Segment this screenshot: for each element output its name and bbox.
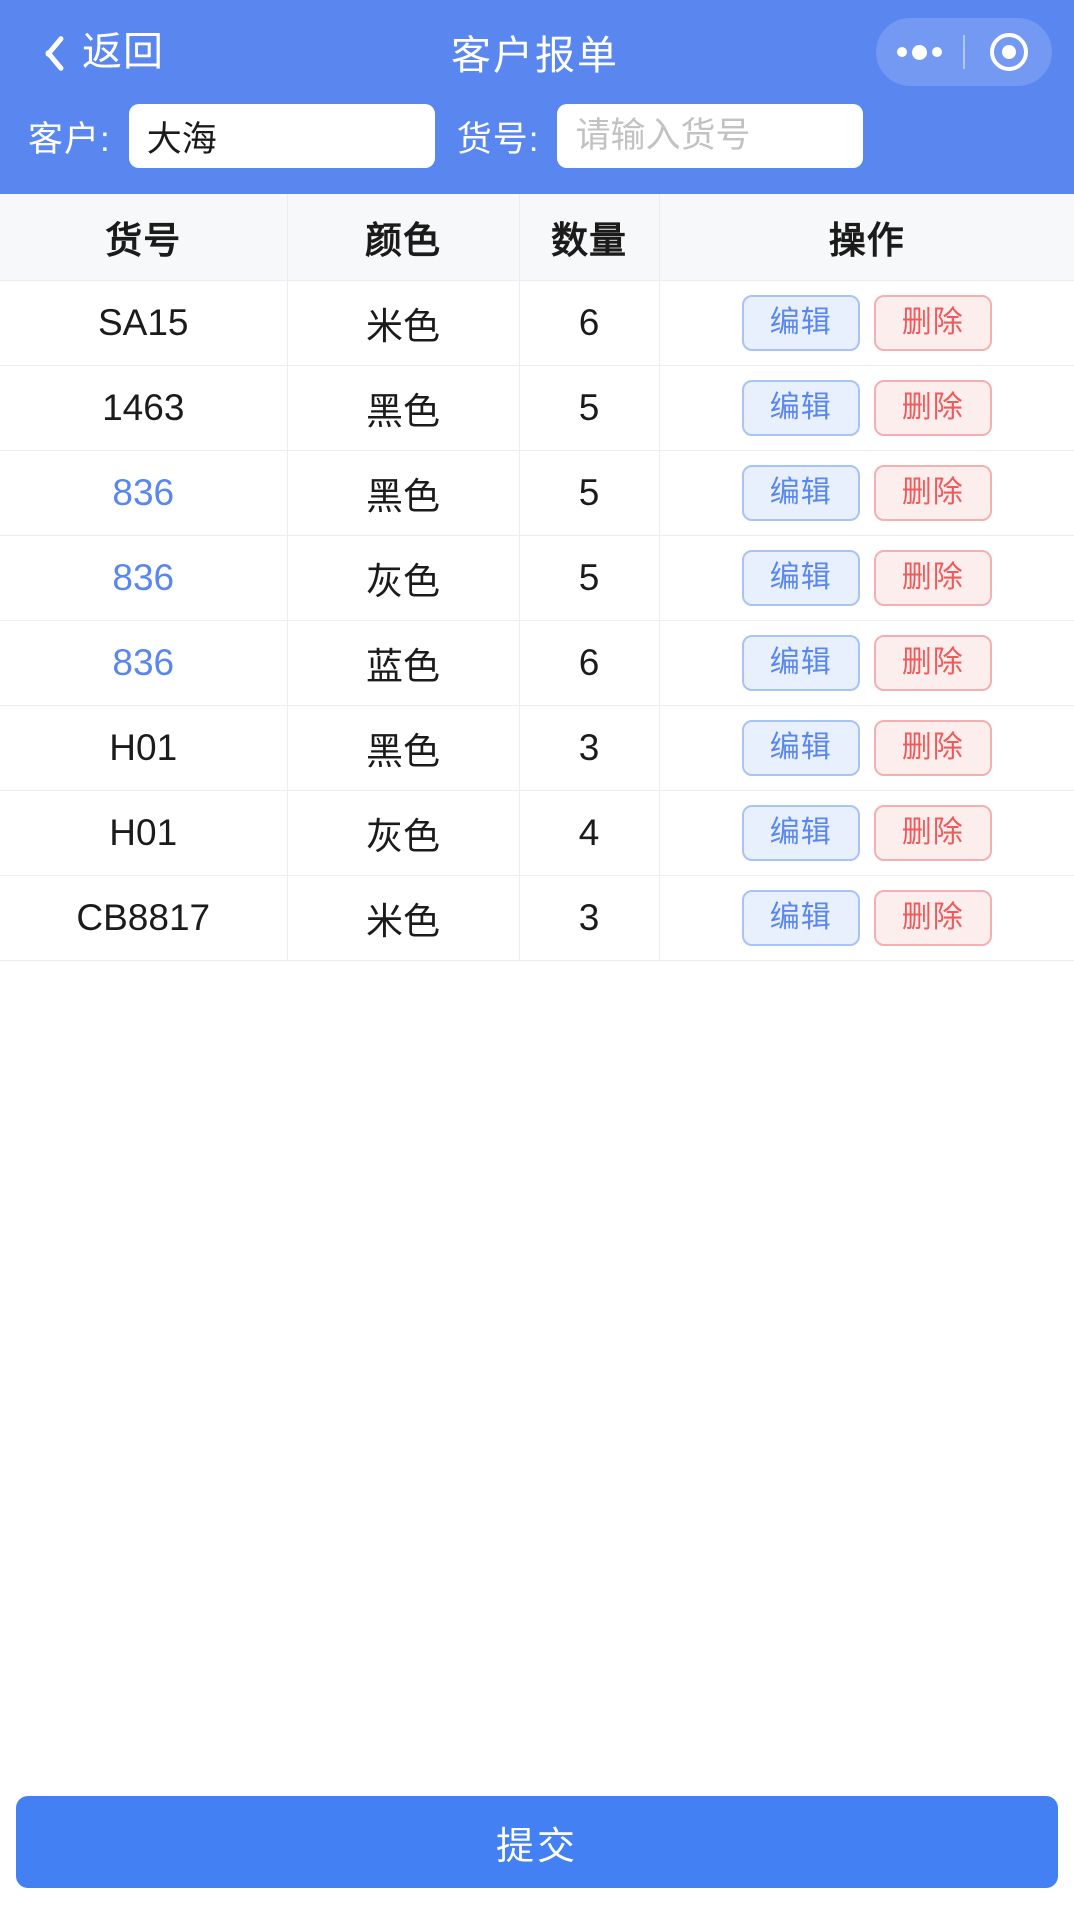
- cell-color: 黑色: [287, 705, 519, 790]
- table-header-row: 货号 颜色 数量 操作: [0, 194, 1074, 280]
- submit-button[interactable]: 提交: [16, 1796, 1058, 1888]
- cell-color: 蓝色: [287, 620, 519, 705]
- item-no-field-group: 货号:: [457, 104, 864, 168]
- item-no-label: 货号:: [457, 111, 540, 162]
- cell-qty: 4: [519, 790, 659, 875]
- table-row: H01黑色3编辑删除: [0, 705, 1074, 790]
- cell-qty: 3: [519, 875, 659, 960]
- table-row: H01灰色4编辑删除: [0, 790, 1074, 875]
- table-row: SA15米色6编辑删除: [0, 280, 1074, 365]
- cell-item-no: SA15: [0, 280, 287, 365]
- action-button-group: 编辑删除: [660, 635, 1074, 691]
- cell-color: 黑色: [287, 365, 519, 450]
- table-row: 836蓝色6编辑删除: [0, 620, 1074, 705]
- cell-actions: 编辑删除: [659, 705, 1074, 790]
- edit-button[interactable]: 编辑: [742, 550, 860, 606]
- target-circle-icon: [990, 33, 1028, 71]
- footer-bar: 提交: [0, 1796, 1074, 1914]
- delete-button[interactable]: 删除: [874, 890, 992, 946]
- column-header-color: 颜色: [287, 194, 519, 280]
- action-button-group: 编辑删除: [660, 720, 1074, 776]
- capsule-menu-button[interactable]: [876, 18, 963, 86]
- delete-button[interactable]: 删除: [874, 380, 992, 436]
- cell-item-no: H01: [0, 790, 287, 875]
- edit-button[interactable]: 编辑: [742, 635, 860, 691]
- customer-label: 客户:: [28, 111, 111, 162]
- capsule-close-button[interactable]: [965, 18, 1052, 86]
- action-button-group: 编辑删除: [660, 465, 1074, 521]
- wechat-capsule-bar: [876, 18, 1052, 86]
- cell-color: 米色: [287, 875, 519, 960]
- table-row: 836黑色5编辑删除: [0, 450, 1074, 535]
- cell-item-no: 836: [0, 620, 287, 705]
- action-button-group: 编辑删除: [660, 805, 1074, 861]
- edit-button[interactable]: 编辑: [742, 465, 860, 521]
- table-header: 货号 颜色 数量 操作: [0, 194, 1074, 280]
- app-screen: 返回 客户报单 客户: 货号:: [0, 0, 1074, 1914]
- action-button-group: 编辑删除: [660, 295, 1074, 351]
- cell-actions: 编辑删除: [659, 535, 1074, 620]
- edit-button[interactable]: 编辑: [742, 720, 860, 776]
- delete-button[interactable]: 删除: [874, 720, 992, 776]
- action-button-group: 编辑删除: [660, 890, 1074, 946]
- item-no-input[interactable]: [557, 104, 863, 168]
- cell-item-no: 1463: [0, 365, 287, 450]
- table-row: 836灰色5编辑删除: [0, 535, 1074, 620]
- cell-qty: 6: [519, 280, 659, 365]
- edit-button[interactable]: 编辑: [742, 805, 860, 861]
- cell-color: 米色: [287, 280, 519, 365]
- table-row: 1463黑色5编辑删除: [0, 365, 1074, 450]
- cell-item-no: 836: [0, 535, 287, 620]
- cell-qty: 5: [519, 535, 659, 620]
- cell-actions: 编辑删除: [659, 280, 1074, 365]
- cell-actions: 编辑删除: [659, 620, 1074, 705]
- order-table: 货号 颜色 数量 操作 SA15米色6编辑删除1463黑色5编辑删除836黑色5…: [0, 194, 1074, 961]
- cell-item-no: H01: [0, 705, 287, 790]
- action-button-group: 编辑删除: [660, 380, 1074, 436]
- more-dots-icon: [897, 45, 942, 60]
- column-header-actions: 操作: [659, 194, 1074, 280]
- delete-button[interactable]: 删除: [874, 465, 992, 521]
- back-button[interactable]: 返回: [34, 30, 164, 74]
- delete-button[interactable]: 删除: [874, 550, 992, 606]
- page-header: 返回 客户报单 客户: 货号:: [0, 0, 1074, 194]
- navigation-bar: 返回 客户报单: [0, 0, 1074, 104]
- delete-button[interactable]: 删除: [874, 295, 992, 351]
- order-table-container: 货号 颜色 数量 操作 SA15米色6编辑删除1463黑色5编辑删除836黑色5…: [0, 194, 1074, 1796]
- cell-actions: 编辑删除: [659, 875, 1074, 960]
- cell-qty: 5: [519, 450, 659, 535]
- cell-color: 灰色: [287, 790, 519, 875]
- customer-field-group: 客户:: [28, 104, 435, 168]
- edit-button[interactable]: 编辑: [742, 890, 860, 946]
- back-button-label: 返回: [82, 32, 164, 72]
- delete-button[interactable]: 删除: [874, 635, 992, 691]
- table-row: CB8817米色3编辑删除: [0, 875, 1074, 960]
- cell-color: 黑色: [287, 450, 519, 535]
- delete-button[interactable]: 删除: [874, 805, 992, 861]
- customer-input[interactable]: [129, 104, 435, 168]
- cell-color: 灰色: [287, 535, 519, 620]
- table-body: SA15米色6编辑删除1463黑色5编辑删除836黑色5编辑删除836灰色5编辑…: [0, 280, 1074, 960]
- column-header-item-no: 货号: [0, 194, 287, 280]
- cell-actions: 编辑删除: [659, 450, 1074, 535]
- chevron-left-icon: [34, 30, 64, 74]
- cell-item-no: 836: [0, 450, 287, 535]
- cell-item-no: CB8817: [0, 875, 287, 960]
- action-button-group: 编辑删除: [660, 550, 1074, 606]
- edit-button[interactable]: 编辑: [742, 380, 860, 436]
- cell-qty: 5: [519, 365, 659, 450]
- edit-button[interactable]: 编辑: [742, 295, 860, 351]
- cell-actions: 编辑删除: [659, 790, 1074, 875]
- cell-actions: 编辑删除: [659, 365, 1074, 450]
- search-filter-row: 客户: 货号:: [0, 104, 1074, 168]
- column-header-qty: 数量: [519, 194, 659, 280]
- cell-qty: 3: [519, 705, 659, 790]
- cell-qty: 6: [519, 620, 659, 705]
